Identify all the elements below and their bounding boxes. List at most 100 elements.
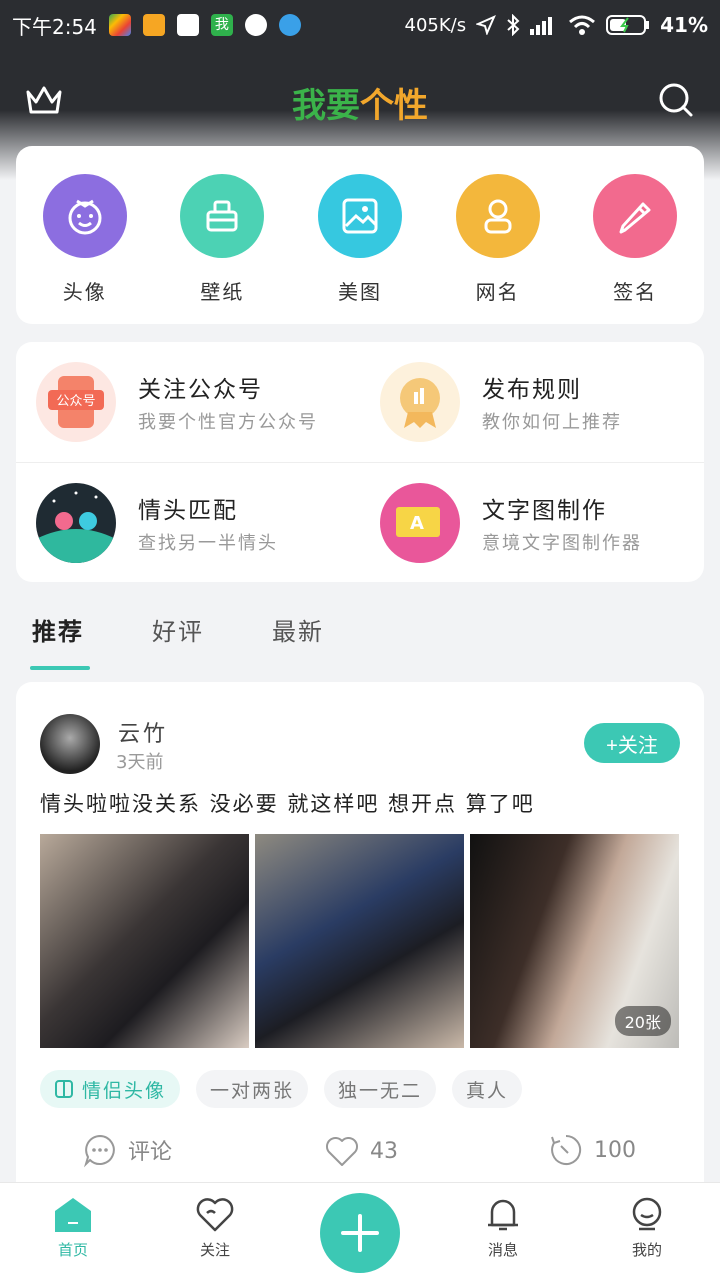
post-username[interactable]: 云竹	[118, 716, 168, 748]
tag-list: 情侣头像 一对两张 独一无二 真人	[40, 1070, 523, 1108]
title-part1: 我要	[292, 86, 360, 126]
feature-title: 发布规则	[482, 377, 582, 403]
comment-button[interactable]: 评论	[82, 1132, 172, 1168]
nav-following[interactable]: 关注	[170, 1195, 260, 1260]
post-photo[interactable]: 20张	[470, 834, 679, 1048]
wifi-icon	[569, 15, 596, 35]
tab-latest[interactable]: 最新	[256, 600, 376, 676]
wallpaper-icon	[180, 174, 265, 258]
post-actions: 评论 43 100	[16, 1126, 704, 1176]
feature-panel: 公众号 关注公众号 我要个性官方公众号 发布规则 教你如何上推荐 情头匹配 查找…	[16, 342, 704, 582]
post-text: 情头啦啦没关系 没必要 就这样吧 想开点 算了吧	[40, 792, 535, 816]
nav-home[interactable]: 首页	[28, 1195, 118, 1260]
play-store-icon	[108, 14, 131, 36]
category-nickname[interactable]: 网名	[448, 174, 548, 324]
home-icon	[55, 1198, 91, 1232]
nav-profile[interactable]: 我的	[602, 1195, 692, 1260]
feature-subtitle: 我要个性官方公众号	[138, 412, 318, 433]
app-badge-icon: 我	[210, 14, 233, 36]
tag-label: 情侣头像	[82, 1079, 167, 1102]
feature-row: 情头匹配 查找另一半情头 A 文字图制作 意境文字图制作器	[16, 462, 704, 582]
tab-top-rated[interactable]: 好评	[136, 600, 256, 676]
share-count: 100	[594, 1137, 636, 1163]
feed-tabs: 推荐 好评 最新	[16, 600, 376, 676]
app-screen: 下午2:54 我 405K/s 41% 我要个性 头像 壁纸 美图 网名 签名 …	[0, 0, 720, 1280]
feature-subtitle: 查找另一半情头	[138, 533, 278, 554]
pencil-icon	[593, 174, 678, 258]
feature-title: 文字图制作	[482, 498, 607, 524]
post-photo[interactable]	[40, 834, 249, 1048]
nav-label: 关注	[199, 1241, 230, 1259]
status-time: 下午2:54	[12, 14, 97, 39]
location-icon	[476, 15, 497, 35]
feature-couple-match[interactable]: 情头匹配 查找另一半情头	[16, 463, 360, 583]
network-speed: 405K/s	[404, 14, 467, 36]
create-post-button[interactable]	[320, 1193, 400, 1273]
feature-subtitle: 教你如何上推荐	[482, 412, 622, 433]
wechat-icon	[244, 14, 267, 36]
like-count: 43	[370, 1138, 398, 1164]
feature-text-image-maker[interactable]: A 文字图制作 意境文字图制作器	[360, 463, 704, 583]
post-card: 云竹 3天前 +关注 情头啦啦没关系 没必要 就这样吧 想开点 算了吧 20张 …	[16, 682, 704, 1202]
search-icon[interactable]	[656, 80, 696, 120]
tag-item[interactable]: 独一无二	[324, 1070, 437, 1108]
tag-icon	[55, 1080, 73, 1098]
battery-percent: 41%	[660, 13, 708, 37]
category-label: 头像	[62, 280, 107, 304]
feature-follow-account[interactable]: 公众号 关注公众号 我要个性官方公众号	[16, 342, 360, 462]
app-notification-icon	[142, 14, 165, 36]
baby-face-icon	[42, 174, 127, 258]
couple-match-icon	[36, 483, 116, 563]
feature-publish-rules[interactable]: 发布规则 教你如何上推荐	[360, 342, 704, 462]
share-icon	[551, 1134, 582, 1165]
signal-icon	[530, 17, 553, 35]
mi-icon	[176, 14, 199, 36]
image-icon	[317, 174, 402, 258]
nav-label: 首页	[57, 1241, 88, 1259]
tab-recommended[interactable]: 推荐	[16, 600, 136, 676]
tag-couple-avatar[interactable]: 情侣头像	[40, 1070, 181, 1108]
browser-icon	[278, 14, 301, 36]
nav-label: 消息	[487, 1241, 518, 1259]
category-signature[interactable]: 签名	[585, 174, 685, 324]
app-title: 我要个性	[0, 78, 720, 127]
profile-icon	[632, 1197, 662, 1231]
feature-subtitle: 意境文字图制作器	[482, 533, 642, 554]
category-grid: 头像 壁纸 美图 网名 签名	[16, 146, 704, 324]
nav-messages[interactable]: 消息	[458, 1195, 548, 1260]
comment-icon	[83, 1134, 115, 1168]
category-wallpaper[interactable]: 壁纸	[172, 174, 272, 324]
tag-item[interactable]: 真人	[452, 1070, 523, 1108]
plus-icon	[341, 1214, 379, 1252]
tag-item[interactable]: 一对两张	[196, 1070, 309, 1108]
category-images[interactable]: 美图	[310, 174, 410, 324]
photo-count-badge: 20张	[614, 1006, 671, 1036]
svg-text:A: A	[410, 513, 424, 534]
heart-icon	[196, 1198, 234, 1232]
bottom-nav: 首页 关注 消息 我的	[0, 1182, 720, 1280]
post-photo[interactable]	[255, 834, 464, 1048]
bell-icon	[488, 1199, 518, 1231]
user-icon	[455, 174, 540, 258]
bluetooth-icon	[507, 14, 520, 36]
text-image-icon: A	[380, 483, 460, 563]
heart-icon	[326, 1137, 358, 1166]
share-button[interactable]: 100	[548, 1132, 636, 1168]
post-time: 3天前	[116, 752, 164, 773]
category-avatar[interactable]: 头像	[35, 174, 135, 324]
comment-label: 评论	[128, 1140, 173, 1165]
status-bar: 下午2:54 我 405K/s 41%	[0, 0, 720, 50]
wechat-account-icon: 公众号	[36, 362, 116, 442]
category-label: 签名	[613, 280, 658, 304]
category-label: 网名	[475, 280, 520, 304]
title-part2: 个性	[360, 86, 428, 126]
feature-title: 情头匹配	[138, 498, 238, 524]
svg-text:公众号: 公众号	[56, 394, 95, 409]
follow-button[interactable]: +关注	[584, 723, 680, 763]
feature-title: 关注公众号	[138, 377, 263, 403]
avatar[interactable]	[40, 714, 100, 774]
medal-icon	[380, 362, 460, 442]
feature-row: 公众号 关注公众号 我要个性官方公众号 发布规则 教你如何上推荐	[16, 342, 704, 462]
battery-icon	[606, 15, 650, 35]
like-button[interactable]: 43	[324, 1134, 398, 1168]
